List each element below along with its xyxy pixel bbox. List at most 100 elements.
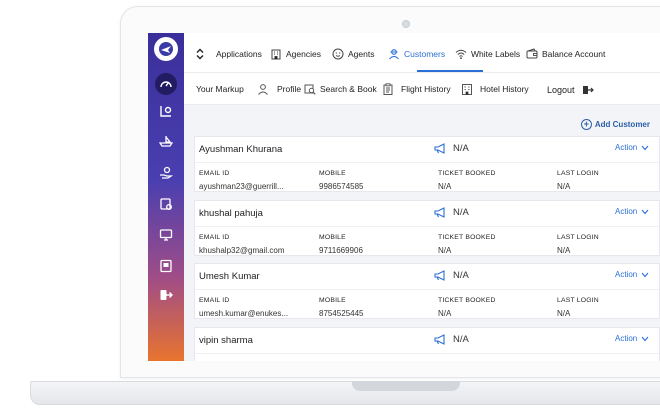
wallet-icon (526, 48, 538, 59)
customer-phone-value: N/A (453, 270, 469, 281)
chart-settings-icon[interactable] (158, 103, 174, 119)
customer-card-header: khushal pahuja N/A Action (195, 201, 659, 227)
action-label: Action (615, 143, 638, 152)
customer-phone-value: N/A (453, 143, 469, 154)
subnav-hotel-history-label: Hotel History (480, 84, 529, 94)
subnav-your-markup[interactable]: Your Markup (196, 84, 244, 94)
customer-card-header: vipin sharma N/A Action (195, 328, 659, 354)
customer-name: Ayushman Khurana (199, 144, 283, 155)
email-value: ayushman23@guerrill... (199, 182, 284, 191)
settings-doc-icon[interactable] (158, 196, 174, 212)
email-header: EMAIL ID (199, 297, 230, 304)
mobile-value: 8754525445 (319, 309, 364, 318)
brand-logo[interactable] (154, 37, 178, 61)
mobile-column: MOBILE 9986574585 (319, 170, 364, 191)
email-column: EMAIL ID khushalp32@gmail.com (199, 234, 285, 255)
customer-name: vipin sharma (199, 335, 253, 346)
nav-balance-account[interactable]: Balance Account (526, 48, 605, 60)
profile-icon (258, 84, 268, 95)
logout-icon[interactable] (158, 287, 174, 303)
mobile-column: MOBILE 9711669906 (319, 234, 363, 255)
login-column: LAST LOGIN N/A (557, 170, 599, 191)
laptop-notch (352, 381, 460, 391)
login-header: LAST LOGIN (557, 297, 599, 304)
nav-agents[interactable]: Agents (332, 48, 374, 60)
subnav-hotel-history[interactable]: Hotel History (461, 83, 529, 95)
ticket-header: TICKET BOOKED (438, 297, 496, 304)
subnav-your-markup-label: Your Markup (196, 84, 244, 94)
hotel-icon (462, 84, 472, 95)
boat-icon[interactable] (158, 133, 174, 149)
customer-list-area: + Add Customer Ayushman Khurana N/A Acti… (184, 105, 660, 361)
action-dropdown[interactable]: Action (615, 334, 649, 343)
mobile-header: MOBILE (319, 170, 346, 177)
subnav-flight-history-label: Flight History (401, 84, 451, 94)
nav-applications[interactable]: Applications (194, 48, 262, 60)
id-card-icon[interactable] (158, 258, 174, 274)
subnav-profile-label: Profile (277, 84, 302, 94)
chevron-updown-icon (196, 48, 204, 60)
megaphone-icon (434, 143, 445, 154)
ticket-header: TICKET BOOKED (438, 234, 496, 241)
add-customer-button[interactable]: + Add Customer (580, 119, 650, 130)
customer-card: Umesh Kumar N/A Action EMAIL ID umesh.ku… (194, 263, 660, 319)
laptop-mockup: Applications Agencies Agents Customers W… (0, 0, 660, 416)
login-value: N/A (557, 309, 571, 318)
sidebar (148, 33, 184, 361)
customer-card: khushal pahuja N/A Action EMAIL ID khush… (194, 200, 660, 256)
customer-phone-status: N/A (434, 270, 469, 281)
customer-phone-status: N/A (434, 207, 469, 218)
subnav-search-book-label: Search & Book (320, 84, 377, 94)
ticket-value: N/A (438, 182, 452, 191)
email-value: khushalp32@gmail.com (199, 246, 285, 255)
top-navigation: Applications Agencies Agents Customers W… (184, 33, 660, 73)
customer-card: Ayushman Khurana N/A Action EMAIL ID ayu… (194, 136, 660, 192)
search-book-icon (304, 84, 316, 95)
customer-icon (389, 49, 399, 60)
customer-name: khushal pahuja (199, 208, 263, 219)
action-label: Action (615, 207, 638, 216)
action-dropdown[interactable]: Action (615, 207, 649, 216)
login-value: N/A (557, 182, 571, 191)
nav-agencies[interactable]: Agencies (270, 48, 321, 60)
email-column: EMAIL ID ayushman23@guerrill... (199, 170, 284, 191)
nav-white-labels-label: White Labels (471, 49, 521, 59)
megaphone-icon (434, 334, 445, 345)
subnav-profile[interactable]: Profile (257, 83, 301, 95)
action-label: Action (615, 334, 638, 343)
action-dropdown[interactable]: Action (615, 270, 649, 279)
action-label: Action (615, 270, 638, 279)
email-value: umesh.kumar@enukes... (199, 309, 289, 318)
sub-navigation: Your Markup Profile Search & Book Flight… (184, 73, 660, 105)
mobile-column: MOBILE 8754525445 (319, 297, 364, 318)
nav-active-underline (417, 70, 483, 72)
nav-agencies-label: Agencies (286, 49, 321, 59)
subnav-logout-label: Logout (547, 85, 575, 95)
email-column: EMAIL ID umesh.kumar@enukes... (199, 297, 288, 318)
customer-phone-value: N/A (453, 334, 469, 345)
ticket-column: TICKET BOOKED N/A (438, 170, 496, 191)
chevron-down-icon (641, 336, 649, 341)
nav-white-labels[interactable]: White Labels (455, 48, 520, 60)
monitor-icon[interactable] (158, 227, 174, 243)
wifi-icon (455, 49, 467, 60)
logout-icon (582, 86, 594, 94)
hand-money-icon[interactable] (158, 165, 174, 181)
action-dropdown[interactable]: Action (615, 143, 649, 152)
subnav-logout[interactable]: Logout (547, 84, 594, 96)
customer-name: Umesh Kumar (199, 271, 260, 282)
nav-customers[interactable]: Customers (388, 48, 445, 60)
building-icon (271, 49, 281, 60)
plus-circle-icon: + (580, 119, 592, 130)
speedometer-icon[interactable] (158, 76, 174, 92)
mobile-header: MOBILE (319, 234, 346, 241)
nav-balance-account-label: Balance Account (542, 49, 606, 59)
app-screen: Applications Agencies Agents Customers W… (148, 33, 660, 361)
megaphone-icon (434, 270, 445, 281)
subnav-search-book[interactable]: Search & Book (304, 83, 377, 95)
camera-dot (402, 20, 410, 28)
login-column: LAST LOGIN N/A (557, 234, 599, 255)
subnav-flight-history[interactable]: Flight History (382, 83, 451, 95)
add-customer-label: Add Customer (594, 120, 650, 129)
mobile-value: 9711669906 (319, 246, 363, 255)
